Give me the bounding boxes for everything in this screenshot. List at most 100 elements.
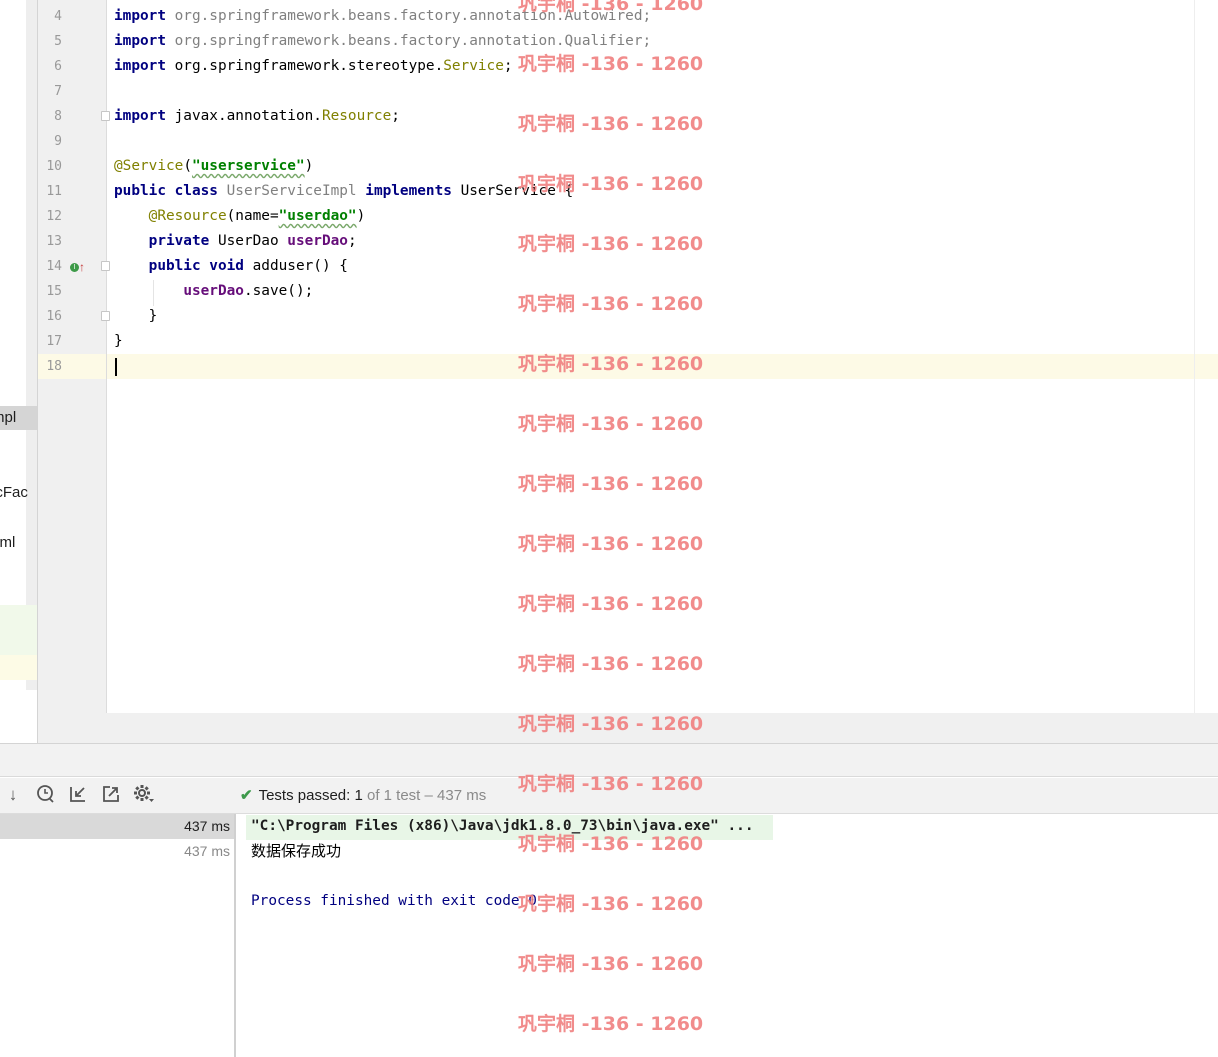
- code-line[interactable]: @Service("userservice"): [114, 154, 313, 179]
- status-prefix: Tests passed:: [258, 787, 355, 804]
- line-number[interactable]: 6: [38, 54, 62, 79]
- line-number[interactable]: 4: [38, 4, 62, 29]
- watermark-text: 巩宇桐 -136 - 1260: [518, 293, 704, 315]
- export-tests-icon[interactable]: [100, 784, 122, 806]
- code-token: (: [183, 158, 192, 174]
- watermark-text: 巩宇桐 -136 - 1260: [518, 53, 704, 75]
- panel-divider[interactable]: [234, 814, 236, 1057]
- code-token: "userservice": [191, 158, 305, 174]
- code-token: adduser() {: [243, 258, 348, 274]
- code-token: (name=: [226, 208, 279, 224]
- line-number[interactable]: 16: [38, 304, 62, 329]
- watermark-text: 巩宇桐 -136 - 1260: [518, 893, 704, 915]
- settings-gear-icon[interactable]: [133, 784, 155, 806]
- line-number[interactable]: 15: [38, 279, 62, 304]
- watermark-text: 巩宇桐 -136 - 1260: [518, 173, 704, 195]
- code-token: .save();: [243, 283, 314, 299]
- fold-method-start-icon[interactable]: [101, 261, 110, 271]
- code-token: }: [114, 333, 123, 349]
- code-token: UserDao: [209, 233, 288, 249]
- watermark-text: 巩宇桐 -136 - 1260: [518, 1013, 704, 1035]
- tree-highlight-modified: [0, 655, 37, 680]
- code-token: import: [114, 33, 166, 49]
- watermark-text: 巩宇桐 -136 - 1260: [518, 113, 704, 135]
- code-line[interactable]: }: [114, 329, 123, 354]
- watermark-text: 巩宇桐 -136 - 1260: [518, 653, 704, 675]
- watermark-text: 巩宇桐 -136 - 1260: [518, 953, 704, 975]
- status-suffix: of 1 test – 437 ms: [362, 787, 487, 804]
- code-line[interactable]: }: [114, 304, 158, 329]
- watermark-text: 巩宇桐 -136 - 1260: [518, 233, 704, 255]
- watermark-text: 巩宇桐 -136 - 1260: [518, 713, 704, 735]
- line-number[interactable]: 5: [38, 29, 62, 54]
- code-token: org.springframework.stereotype.: [165, 58, 444, 74]
- code-token: org.springframework.beans.factory.annota…: [165, 33, 652, 49]
- code-line[interactable]: import org.springframework.beans.factory…: [114, 29, 651, 54]
- code-token: @Service: [114, 158, 184, 174]
- code-token: import: [114, 8, 166, 24]
- code-token: ;: [503, 58, 513, 74]
- code-token: userDao: [183, 283, 244, 299]
- gutter-divider: [106, 0, 107, 713]
- fold-imports-icon[interactable]: [101, 111, 110, 121]
- line-number[interactable]: 11: [38, 179, 62, 204]
- code-line[interactable]: public void adduser() {: [114, 254, 348, 279]
- code-token: @Resource: [148, 208, 227, 224]
- code-token: ;: [347, 233, 357, 249]
- code-token: }: [114, 308, 158, 324]
- line-number[interactable]: 10: [38, 154, 62, 179]
- code-token: public class: [114, 183, 218, 199]
- tree-item-xml[interactable]: xml: [0, 531, 37, 555]
- code-line[interactable]: @Resource(name="userdao"): [114, 204, 366, 229]
- tree-item-userserviceimpl[interactable]: mpl: [0, 406, 37, 430]
- code-token: implements: [365, 183, 452, 199]
- code-line[interactable]: import org.springframework.stereotype.Se…: [114, 54, 513, 79]
- tree-item-staticfactory[interactable]: icFac: [0, 481, 37, 505]
- code-line[interactable]: private UserDao userDao;: [114, 229, 357, 254]
- code-token: Service: [443, 58, 504, 74]
- code-token: private: [148, 233, 210, 249]
- watermark-text: 巩宇桐 -136 - 1260: [518, 353, 704, 375]
- arrow-down-icon[interactable]: ↓: [2, 784, 24, 806]
- watermark-text: 巩宇桐 -136 - 1260: [518, 0, 704, 15]
- tests-status: ✔ Tests passed: 1 of 1 test – 437 ms: [240, 785, 486, 807]
- line-number[interactable]: 8: [38, 104, 62, 129]
- watermark-text: 巩宇桐 -136 - 1260: [518, 533, 704, 555]
- test-duration: 437 ms: [184, 843, 230, 859]
- line-number[interactable]: 9: [38, 129, 62, 154]
- watermark-text: 巩宇桐 -136 - 1260: [518, 833, 704, 855]
- line-number[interactable]: 12: [38, 204, 62, 229]
- code-line[interactable]: userDao.save();: [114, 279, 313, 304]
- line-number[interactable]: 17: [38, 329, 62, 354]
- test-duration: 437 ms: [184, 818, 230, 834]
- indent-guide: [153, 280, 154, 306]
- watermark-text: 巩宇桐 -136 - 1260: [518, 413, 704, 435]
- watermark-text: 巩宇桐 -136 - 1260: [518, 473, 704, 495]
- fold-method-end-icon[interactable]: [101, 311, 110, 321]
- line-number[interactable]: 14: [38, 254, 62, 279]
- line-number[interactable]: 13: [38, 229, 62, 254]
- line-number[interactable]: 7: [38, 79, 62, 104]
- text-caret: [115, 358, 117, 376]
- code-token: ;: [391, 108, 400, 124]
- implements-method-icon[interactable]: I ↑: [70, 261, 85, 274]
- line-number[interactable]: 18: [38, 354, 62, 379]
- code-token: UserServiceImpl: [226, 183, 357, 199]
- code-token: import: [114, 58, 166, 74]
- console-exit-line: Process finished with exit code 0: [251, 893, 537, 909]
- code-token: "userdao": [278, 208, 357, 224]
- history-clock-icon[interactable]: [35, 784, 57, 806]
- check-icon: ✔: [240, 787, 253, 804]
- project-tree-scrollbar[interactable]: [26, 0, 37, 690]
- code-line[interactable]: public class UserServiceImpl implements …: [114, 179, 573, 204]
- code-line[interactable]: import javax.annotation.Resource;: [114, 104, 400, 129]
- right-margin-guide: [1194, 0, 1195, 713]
- tree-highlight-added: [0, 605, 37, 655]
- code-token: ): [356, 208, 366, 224]
- import-tests-icon[interactable]: [67, 784, 89, 806]
